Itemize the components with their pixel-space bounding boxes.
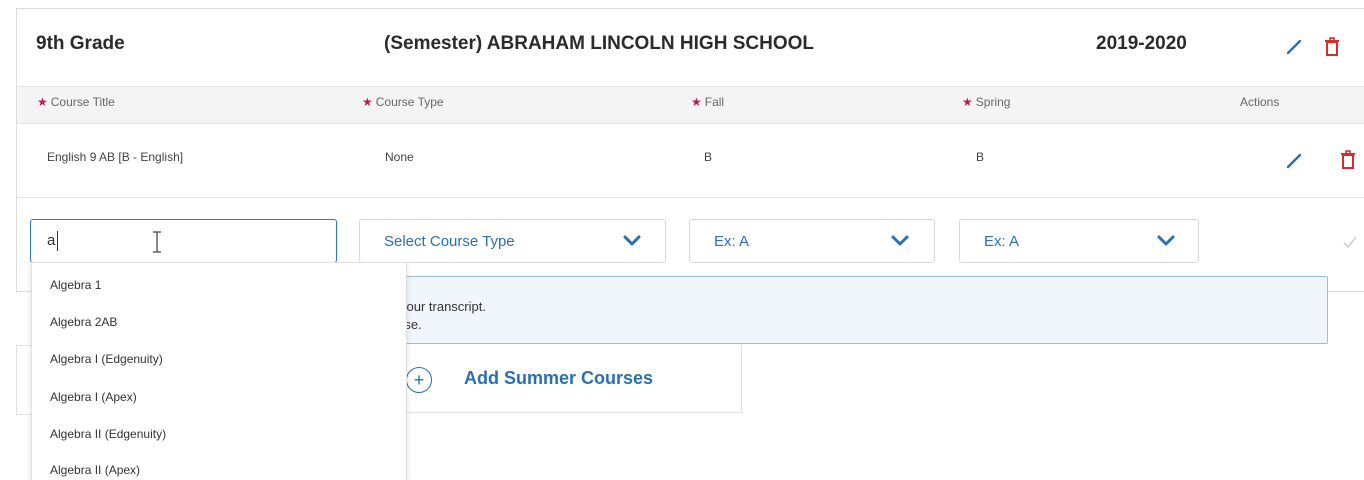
check-icon bbox=[1343, 236, 1357, 249]
fall-grade-select[interactable]: Ex: A bbox=[689, 219, 935, 263]
plus-circle-icon: + bbox=[406, 367, 432, 393]
fall-grade-select-label: Ex: A bbox=[714, 233, 750, 250]
suggestion-item[interactable]: Algebra I (Edgenuity) bbox=[50, 352, 163, 366]
course-title-input[interactable]: a bbox=[30, 219, 337, 263]
confirm-row-button[interactable] bbox=[1340, 232, 1360, 252]
pencil-icon bbox=[1286, 153, 1302, 169]
row-divider bbox=[17, 197, 1364, 198]
delete-section-button[interactable] bbox=[1322, 35, 1342, 59]
course-type-cell: None bbox=[385, 150, 414, 164]
course-title-cell: English 9 AB [B - English] bbox=[47, 150, 184, 164]
column-header-course-title: ★ Course Title bbox=[37, 95, 115, 109]
suggestion-item[interactable]: Algebra 1 bbox=[50, 278, 101, 292]
chevron-down-icon bbox=[891, 235, 909, 246]
suggestion-item[interactable]: Algebra II (Edgenuity) bbox=[50, 427, 166, 441]
chevron-down-icon bbox=[1157, 235, 1175, 246]
add-summer-courses-label: Add Summer Courses bbox=[464, 368, 654, 388]
spring-grade-cell: B bbox=[976, 150, 985, 164]
school-name: (Semester) ABRAHAM LINCOLN HIGH SCHOOL bbox=[384, 33, 814, 54]
suggestion-item[interactable]: Algebra 2AB bbox=[50, 315, 117, 329]
column-header-spring: ★ Spring bbox=[962, 95, 1011, 109]
fall-grade-cell: B bbox=[704, 150, 713, 164]
spring-grade-select[interactable]: Ex: A bbox=[959, 219, 1199, 263]
course-title-suggestions: Algebra 1 Algebra 2AB Algebra I (Edgenui… bbox=[31, 262, 407, 480]
course-title-input-value: a bbox=[47, 232, 56, 249]
grade-title: 9th Grade bbox=[36, 33, 125, 54]
column-header-fall: ★ Fall bbox=[691, 95, 725, 109]
spring-grade-select-label: Ex: A bbox=[984, 233, 1020, 250]
text-caret bbox=[57, 231, 58, 251]
trash-icon bbox=[1325, 37, 1339, 56]
delete-row-button[interactable] bbox=[1338, 148, 1358, 172]
info-message-line-1: your transcript. bbox=[400, 299, 486, 314]
school-year: 2019-2020 bbox=[1096, 33, 1187, 54]
column-header-actions: Actions bbox=[1240, 95, 1280, 109]
chevron-down-icon bbox=[623, 235, 641, 246]
edit-row-button[interactable] bbox=[1284, 150, 1304, 172]
suggestion-item[interactable]: Algebra I (Apex) bbox=[50, 390, 137, 404]
text-cursor-icon bbox=[153, 231, 161, 253]
column-header-course-type: ★ Course Type bbox=[362, 95, 444, 109]
suggestion-item[interactable]: Algebra II (Apex) bbox=[50, 463, 140, 477]
info-message bbox=[390, 276, 1328, 344]
course-type-select[interactable]: Select Course Type bbox=[359, 219, 666, 263]
edit-section-button[interactable] bbox=[1284, 36, 1304, 58]
trash-icon bbox=[1341, 150, 1355, 169]
course-type-select-label: Select Course Type bbox=[384, 233, 515, 250]
pencil-icon bbox=[1286, 39, 1302, 55]
